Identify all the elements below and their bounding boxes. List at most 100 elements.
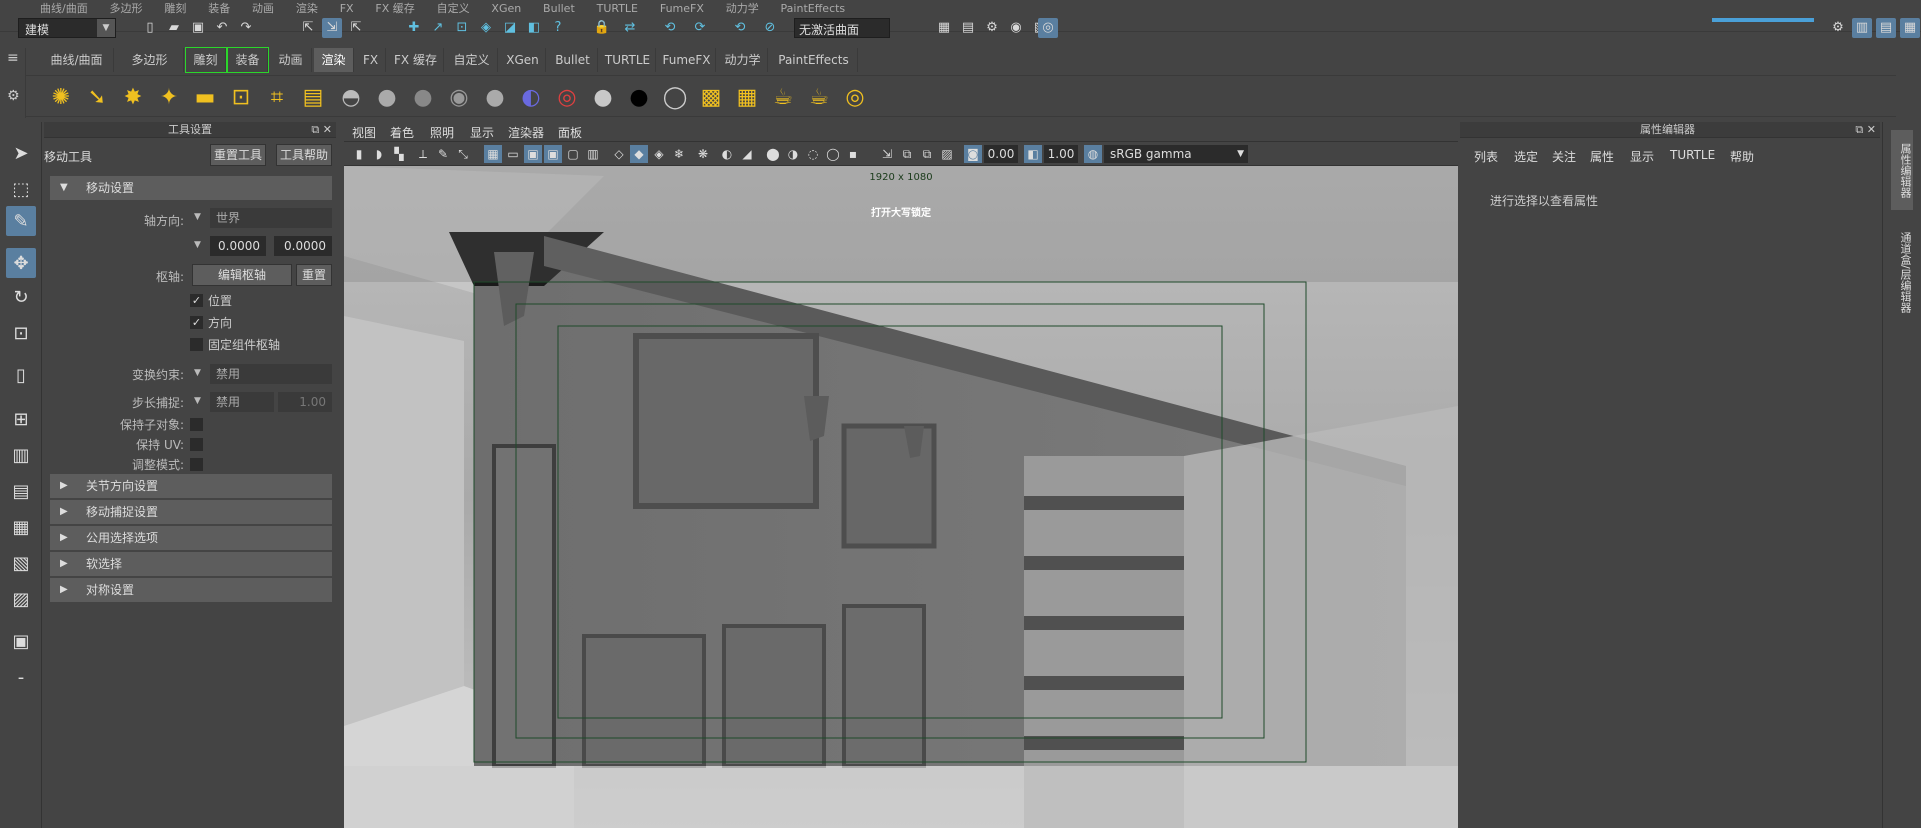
tab-xgen[interactable]: XGen [500, 48, 546, 72]
single-pane-layout-icon[interactable]: ▯ [6, 360, 36, 390]
menu-turtle[interactable]: TURTLE [1670, 148, 1715, 162]
screen-space-ao-icon[interactable]: ⬤ [764, 145, 782, 163]
smooth-shade-icon[interactable]: ◆ [630, 145, 648, 163]
phonge-shader-icon[interactable]: ◉ [444, 82, 474, 112]
hypershade-layout-icon[interactable]: ▨ [6, 584, 36, 614]
workspace-icon[interactable]: ⚙ [1828, 18, 1848, 38]
tab-rendering[interactable]: 渲染 [314, 48, 354, 72]
tab-dynamics[interactable]: 动力学 [718, 48, 768, 72]
chevron-down-icon[interactable]: ▼ [194, 396, 201, 406]
gate-mask-icon[interactable]: ▣ [544, 145, 562, 163]
textured-icon[interactable]: ❋ [694, 145, 712, 163]
snap-live-icon[interactable]: ◪ [500, 18, 520, 38]
ambient-light-icon[interactable]: ✺ [46, 82, 76, 112]
menu-attributes[interactable]: 属性 [1590, 148, 1614, 165]
float-close-icon[interactable]: ⧉ ✕ [311, 122, 332, 138]
use-background-icon[interactable]: ● [624, 82, 654, 112]
volume-light-icon[interactable]: ⊡ [226, 82, 256, 112]
2d-pan-icon[interactable]: ⤡ [454, 145, 472, 163]
lambert-shader-icon[interactable]: ◓ [336, 82, 366, 112]
chevron-down-icon[interactable]: ▼ [194, 368, 201, 378]
tab-attribute-editor[interactable]: 属性编辑器 [1891, 130, 1913, 210]
menu-show[interactable]: 显示 [470, 124, 494, 141]
blinn-shader-icon[interactable]: ● [372, 82, 402, 112]
shading-map-icon[interactable]: ◯ [660, 82, 690, 112]
perspective-viewport[interactable]: 1920 x 1080 打开大写锁定 [344, 166, 1458, 828]
construction-history-icon[interactable]: ⟲ [660, 18, 680, 38]
spot-light-icon[interactable]: ✦ [154, 82, 184, 112]
paint-select-tool-icon[interactable]: ✎ [6, 206, 36, 236]
float-close-icon[interactable]: ⧉ ✕ [1855, 122, 1876, 138]
tab-polygons[interactable]: 多边形 [116, 48, 184, 72]
chevron-down-icon[interactable]: ▼ [194, 212, 201, 222]
tab-turtle[interactable]: TURTLE [600, 48, 656, 72]
render-frame-icon[interactable]: ▦ [934, 18, 954, 38]
menu-selected[interactable]: 选定 [1514, 148, 1538, 165]
wireframe-shaded-icon[interactable]: ◈ [650, 145, 668, 163]
field-chart-icon[interactable]: ▢ [564, 145, 582, 163]
tab-bullet[interactable]: Bullet [548, 48, 598, 72]
shelf-settings-icon[interactable]: ⚙ [7, 88, 20, 104]
menu-set-dropdown[interactable]: 建模 ▼ [18, 18, 116, 38]
history-icon[interactable]: ⇄ [620, 18, 640, 38]
grease-pencil-icon[interactable]: ✎ [434, 145, 452, 163]
preserve-children-checkbox[interactable] [190, 418, 203, 431]
tab-paint-effects[interactable]: PaintEffects [770, 48, 858, 72]
section-joint-orient[interactable]: ▶ 关节方向设置 [50, 474, 332, 498]
section-soft-selection[interactable]: ▶ 软选择 [50, 552, 332, 576]
phong-shader-icon[interactable]: ● [408, 82, 438, 112]
tab-rigging[interactable]: 装备 [227, 47, 269, 73]
reset-pivot-button[interactable]: 重置 [296, 264, 332, 286]
rotate-tool-icon[interactable]: ↻ [6, 282, 36, 312]
persp-outliner-layout-icon[interactable]: ▦ [6, 512, 36, 542]
gamma-icon[interactable]: ◧ [1024, 145, 1042, 163]
exposure-icon[interactable]: ◙ [964, 145, 982, 163]
step-snap-amount[interactable]: 1.00 [278, 392, 332, 412]
hud-icon[interactable]: ▨ [938, 145, 956, 163]
reset-tool-button[interactable]: 重置工具 [210, 144, 266, 166]
image-plane-icon[interactable]: ⟂ [414, 145, 432, 163]
section-move-snap[interactable]: ▶ 移动捕捉设置 [50, 500, 332, 524]
tab-animation[interactable]: 动画 [270, 48, 312, 72]
ramp-shader-icon[interactable]: ◎ [552, 82, 582, 112]
camera-aim-icon[interactable]: ▤ [298, 82, 328, 112]
tab-sculpting[interactable]: 雕刻 [185, 47, 227, 73]
exposure-field[interactable]: 0.00 [984, 145, 1018, 163]
menu-list[interactable]: 列表 [1474, 148, 1498, 165]
menu-focus[interactable]: 关注 [1552, 148, 1576, 165]
menu-panels[interactable]: 面板 [558, 124, 582, 141]
output-ops-icon[interactable]: ⟲ [730, 18, 750, 38]
menu-help[interactable]: 帮助 [1730, 148, 1754, 165]
lock-icon[interactable]: 🔒 [592, 18, 612, 38]
transform-constraint-select[interactable]: 禁用 [210, 364, 332, 384]
lasso-tool-icon[interactable]: ⬚ [6, 174, 36, 204]
xray-joints-icon[interactable]: ⧉ [898, 145, 916, 163]
redo-icon[interactable]: ↷ [236, 18, 256, 38]
two-pane-layout-icon[interactable]: ▥ [6, 440, 36, 470]
layout-side-icon[interactable]: ▤ [1876, 18, 1896, 38]
tweak-mode-checkbox[interactable] [190, 458, 203, 471]
menu-lighting[interactable]: 照明 [430, 124, 454, 141]
xray-components-icon[interactable]: ⧉ [918, 145, 936, 163]
xray-active-icon[interactable]: ⇲ [878, 145, 896, 163]
menu-shading[interactable]: 着色 [390, 124, 414, 141]
ipr-render-shelf-icon[interactable]: ☕ [768, 82, 798, 112]
extra-layout-icon[interactable]: ▣ [6, 626, 36, 656]
resolution-gate-icon[interactable]: ▣ [524, 145, 542, 163]
plug-icon[interactable]: ⊘ [760, 18, 780, 38]
tab-channel-box[interactable]: 通道盒/层编辑器 [1891, 218, 1913, 326]
camera-select-icon[interactable]: ▮ [350, 145, 368, 163]
preserve-uvs-checkbox[interactable] [190, 438, 203, 451]
move-tool-icon[interactable]: ✥ [6, 248, 36, 278]
shadows-icon[interactable]: ◢ [738, 145, 756, 163]
select-object-icon[interactable]: ⇲ [322, 18, 342, 38]
live-surface-field[interactable]: 无激活曲面 [794, 18, 890, 38]
camera-create-icon[interactable]: ⌗ [262, 82, 292, 112]
surface-shader-icon[interactable]: ● [588, 82, 618, 112]
color-management-icon[interactable]: ◍ [1084, 145, 1102, 163]
select-component-icon[interactable]: ⇱ [346, 18, 366, 38]
tab-custom[interactable]: 自定义 [446, 48, 498, 72]
step-snap-select[interactable]: 禁用 [210, 392, 274, 412]
use-all-lights-icon[interactable]: ◐ [718, 145, 736, 163]
snap-projected-icon[interactable]: ◧ [524, 18, 544, 38]
